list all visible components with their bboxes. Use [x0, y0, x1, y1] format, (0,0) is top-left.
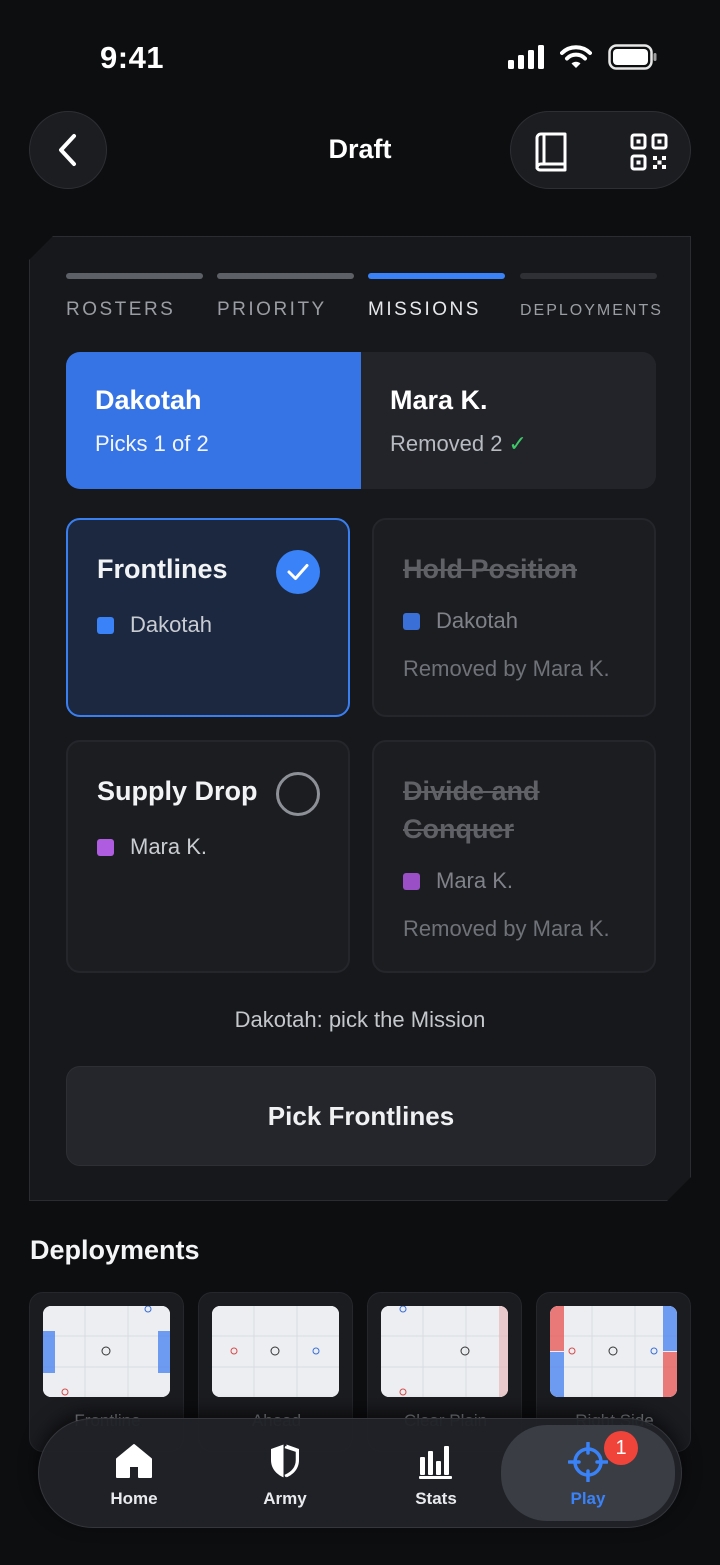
- mission-owner: Dakotah: [403, 608, 518, 634]
- nav-header: Draft: [0, 110, 720, 192]
- tab-label: Army: [263, 1489, 307, 1508]
- mission-title: Hold Position: [403, 554, 577, 584]
- step-label: PRIORITY: [217, 299, 327, 320]
- unselected-radio-icon: [276, 772, 320, 816]
- player-name: Dakotah: [95, 385, 202, 415]
- bar-chart-icon: [416, 1441, 456, 1481]
- mission-card-divide-and-conquer: Divide and Conquer Mara K. Removed by Mar…: [372, 740, 656, 973]
- removed-by-label: Removed by Mara K.: [403, 656, 610, 681]
- owner-color-swatch: [97, 839, 114, 856]
- home-icon: [114, 1441, 154, 1481]
- status-time: 9:41: [100, 40, 165, 75]
- mission-title: Supply Drop: [97, 776, 258, 806]
- player-name: Mara K.: [390, 385, 488, 415]
- opponent-status: Mara K. Removed 2 ✓: [361, 352, 656, 489]
- owner-color-swatch: [403, 873, 420, 890]
- owner-color-swatch: [403, 613, 420, 630]
- owner-color-swatch: [97, 617, 114, 634]
- header-actions: [510, 111, 691, 189]
- tab-army[interactable]: Army: [210, 1419, 360, 1529]
- step-rosters[interactable]: ROSTERS: [66, 273, 203, 321]
- player-turn-indicator: Dakotah Picks 1 of 2 Mara K. Removed 2 ✓: [66, 352, 656, 489]
- pick-count: Picks 1 of 2: [95, 431, 209, 456]
- deployment-map: [381, 1306, 508, 1397]
- deployment-map: [212, 1306, 339, 1397]
- battery-icon: [608, 44, 657, 70]
- mission-card-frontlines[interactable]: Frontlines Dakotah: [66, 518, 350, 717]
- tab-home[interactable]: Home: [59, 1419, 209, 1529]
- book-icon: [535, 132, 567, 172]
- step-missions[interactable]: MISSIONS: [368, 273, 505, 321]
- step-deployments[interactable]: DEPLOYMENTS: [520, 273, 657, 320]
- tab-label: Stats: [415, 1489, 457, 1508]
- mission-owner: Dakotah: [97, 612, 212, 638]
- cellular-signal-icon: [508, 45, 544, 69]
- mission-card-supply-drop[interactable]: Supply Drop Mara K.: [66, 740, 350, 973]
- qr-code-icon: [630, 133, 668, 171]
- status-icons: [508, 44, 658, 70]
- step-priority[interactable]: PRIORITY: [217, 273, 354, 321]
- removed-by-label: Removed by Mara K.: [403, 916, 610, 941]
- checkmark-icon: ✓: [508, 431, 527, 456]
- mission-title: Frontlines: [97, 554, 228, 584]
- mission-card-hold-position: Hold Position Dakotah Removed by Mara K.: [372, 518, 656, 717]
- draft-panel: ROSTERS PRIORITY MISSIONS DEPLOYMENTS Da…: [29, 236, 691, 1201]
- shield-icon: [265, 1441, 305, 1481]
- deployment-map: [43, 1306, 170, 1397]
- step-progress-bar: [520, 273, 657, 279]
- step-progress-bar: [368, 273, 505, 279]
- tab-label: Play: [570, 1489, 606, 1508]
- tab-stats[interactable]: Stats: [361, 1419, 511, 1529]
- turn-prompt: Dakotah: pick the Mission: [234, 1007, 486, 1032]
- removed-count: Removed 2 ✓: [390, 431, 527, 456]
- current-picker: Dakotah Picks 1 of 2: [66, 352, 361, 489]
- step-label: ROSTERS: [66, 299, 176, 320]
- selected-check-icon: [276, 550, 320, 594]
- step-progress-bar: [66, 273, 203, 279]
- step-progress-bar: [217, 273, 354, 279]
- status-bar: 9:41: [0, 0, 720, 110]
- wifi-icon: [560, 45, 592, 68]
- deployment-map: [550, 1306, 677, 1397]
- pick-mission-button[interactable]: Pick Frontlines: [66, 1066, 656, 1166]
- mission-owner: Mara K.: [97, 834, 207, 860]
- bottom-tab-bar: Home Army Stats 1 Play: [38, 1418, 682, 1528]
- mission-title: Divide and Conquer: [403, 776, 540, 844]
- qr-button[interactable]: [629, 132, 669, 172]
- rulebook-button[interactable]: [531, 132, 571, 172]
- deployments-heading: Deployments: [30, 1235, 200, 1265]
- tab-play[interactable]: 1 Play: [501, 1425, 675, 1521]
- notification-badge: 1: [604, 1431, 638, 1465]
- tab-label: Home: [110, 1489, 158, 1508]
- mission-owner: Mara K.: [403, 868, 513, 894]
- crosshair-icon: [568, 1442, 608, 1482]
- step-label: DEPLOYMENTS: [520, 302, 663, 319]
- step-label: MISSIONS: [368, 299, 481, 320]
